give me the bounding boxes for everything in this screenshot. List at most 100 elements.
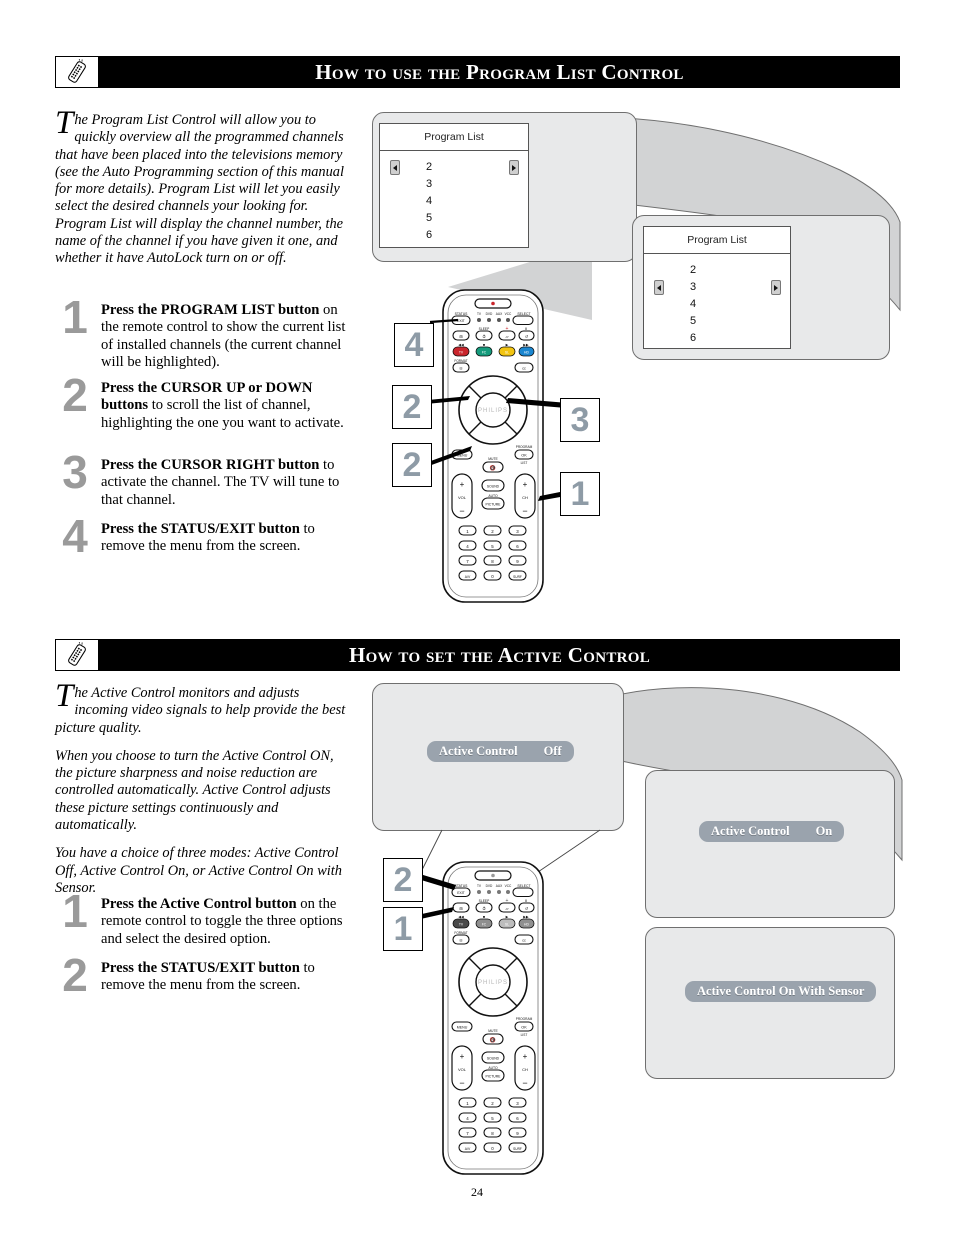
section-1-header: How to use the Program List Control xyxy=(55,56,900,88)
step-bold: Press the CURSOR RIGHT button xyxy=(101,457,320,473)
section-1-step-4: 4 Press the STATUS/EXIT button to remove… xyxy=(55,513,355,559)
channel-number: 3 xyxy=(426,177,433,190)
tv-panel-2: Program List 2 3 4 5 6 xyxy=(632,215,890,360)
remote-control-icon xyxy=(55,639,99,671)
tv-panel-1: Program List 2 3 4 5 6 xyxy=(372,112,637,262)
svg-text:MENU: MENU xyxy=(457,1026,468,1030)
callout-step-4: 4 xyxy=(394,323,434,367)
section-1-step-1: 1 Press the PROGRAM LIST button on the r… xyxy=(55,294,355,372)
channel-number: 5 xyxy=(690,314,697,327)
svg-text:PROGRAM: PROGRAM xyxy=(516,1017,533,1021)
tv-screen-1-list: 2 3 4 5 6 xyxy=(380,151,528,243)
channel-row: 4 xyxy=(380,192,528,209)
drop-cap: T xyxy=(55,678,74,714)
channel-number: 6 xyxy=(690,331,697,344)
tv-panel-active-off: Active Control Off xyxy=(372,683,624,831)
channel-number: 4 xyxy=(690,297,697,310)
intro-paragraph: The Program List Control will allow you … xyxy=(55,105,346,268)
section-1-intro: The Program List Control will allow you … xyxy=(55,105,346,279)
svg-text:AUTO: AUTO xyxy=(488,1066,498,1070)
channel-row: 5 xyxy=(644,312,790,329)
svg-text:−: − xyxy=(459,1078,464,1088)
cursor-right-indicator xyxy=(771,280,781,295)
osd-value: On xyxy=(815,824,833,838)
channel-row: 6 xyxy=(380,226,528,243)
osd-active-control-sensor: Active Control On With Sensor xyxy=(685,981,877,1002)
step-text: Press the STATUS/EXIT button to remove t… xyxy=(101,960,355,995)
svg-text:🔇: 🔇 xyxy=(490,1037,496,1044)
callout-step-1: 1 xyxy=(560,472,600,516)
svg-text:+: + xyxy=(523,1052,528,1061)
remote-control-glyph xyxy=(68,642,86,666)
step-text: Press the PROGRAM LIST button on the rem… xyxy=(101,302,355,372)
svg-text:A/V: A/V xyxy=(465,1147,471,1151)
cursor-left-indicator xyxy=(654,280,664,295)
remote-control-icon xyxy=(55,56,99,88)
channel-number: 2 xyxy=(690,263,697,276)
step-bold: Press the STATUS/EXIT button xyxy=(101,521,300,537)
section-1-step-3: 3 Press the CURSOR RIGHT button to activ… xyxy=(55,449,355,509)
tv-panel-active-on: Active Control On xyxy=(645,770,895,918)
svg-text:A/V: A/V xyxy=(465,575,471,579)
tv-screen-2: Program List 2 3 4 5 6 xyxy=(643,226,791,349)
page-number: 24 xyxy=(471,1185,483,1199)
section-2-title-bar: How to set the Active Control xyxy=(99,639,900,671)
osd-label: Active Control xyxy=(711,824,790,838)
osd-label: Active Control On With Sensor xyxy=(697,984,865,998)
callout-active-step-2: 2 xyxy=(383,858,423,902)
channel-row: 3 xyxy=(380,175,528,192)
osd-label: Active Control xyxy=(439,744,518,758)
channel-number: 3 xyxy=(690,280,697,293)
section-1-title-bar: How to use the Program List Control xyxy=(99,56,900,88)
callout-active-step-1: 1 xyxy=(383,907,423,951)
channel-row: 2 xyxy=(380,158,528,175)
channel-number: 4 xyxy=(426,194,433,207)
paragraph-3: You have a choice of three modes: Active… xyxy=(55,845,342,896)
channel-row: 3 xyxy=(644,278,790,295)
svg-text:PICTURE: PICTURE xyxy=(486,1075,502,1079)
step-text: Press the CURSOR UP or DOWN buttons to s… xyxy=(101,380,355,432)
section-2-header: How to set the Active Control xyxy=(55,639,900,671)
manual-page: How to use the Program List Control The … xyxy=(0,0,954,1235)
cursor-right-indicator xyxy=(509,160,519,175)
osd-active-control-on: Active Control On xyxy=(699,821,845,842)
callout-step-2-down: 2 xyxy=(392,443,432,487)
svg-text:PHILIPS: PHILIPS xyxy=(478,980,508,986)
remote-control-glyph xyxy=(68,59,86,83)
callout-step-3: 3 xyxy=(560,398,600,442)
step-text: Press the Active Control button on the r… xyxy=(101,896,355,948)
svg-text:MUTE: MUTE xyxy=(488,1029,498,1033)
tv-screen-2-list: 2 3 4 5 6 xyxy=(644,254,790,346)
step-number: 1 xyxy=(62,291,88,343)
tv-screen-1: Program List 2 3 4 5 6 xyxy=(379,123,529,248)
section-2-title: How to set the Active Control xyxy=(348,642,651,667)
channel-row: 4 xyxy=(644,295,790,312)
tv-screen-2-title: Program List xyxy=(644,227,790,254)
paragraph-1: The Active Control monitors and adjusts … xyxy=(55,678,346,737)
tv-panel-active-sensor: Active Control On With Sensor xyxy=(645,927,895,1079)
osd-active-control-off: Active Control Off xyxy=(427,741,574,762)
step-bold: Press the PROGRAM LIST button xyxy=(101,302,320,318)
svg-text:OK: OK xyxy=(521,1026,527,1030)
cursor-left-indicator xyxy=(390,160,400,175)
svg-text:SOUND: SOUND xyxy=(487,1057,500,1061)
step-text: Press the CURSOR RIGHT button to activat… xyxy=(101,457,355,509)
step-number: 2 xyxy=(62,369,88,421)
section-1-step-2: 2 Press the CURSOR UP or DOWN buttons to… xyxy=(55,372,355,432)
svg-text:SURF: SURF xyxy=(513,575,522,579)
svg-text:LIST: LIST xyxy=(521,1033,528,1037)
step-number: 4 xyxy=(62,510,88,562)
channel-row: 5 xyxy=(380,209,528,226)
step-number: 3 xyxy=(62,446,88,498)
section-1-title: How to use the Program List Control xyxy=(315,59,684,84)
paragraph-1-text: he Active Control monitors and adjusts i… xyxy=(55,685,346,736)
callout-step-2-up: 2 xyxy=(392,385,432,429)
channel-number: 2 xyxy=(426,160,433,173)
intro-text: he Program List Control will allow you t… xyxy=(55,112,344,267)
svg-text:−: − xyxy=(522,1078,527,1088)
drop-cap: T xyxy=(55,105,74,141)
section-2-step-1: 1 Press the Active Control button on the… xyxy=(55,888,355,948)
svg-text:+: + xyxy=(460,1052,465,1061)
section-2-step-2: 2 Press the STATUS/EXIT button to remove… xyxy=(55,952,355,998)
svg-text:SURF: SURF xyxy=(513,1147,522,1151)
